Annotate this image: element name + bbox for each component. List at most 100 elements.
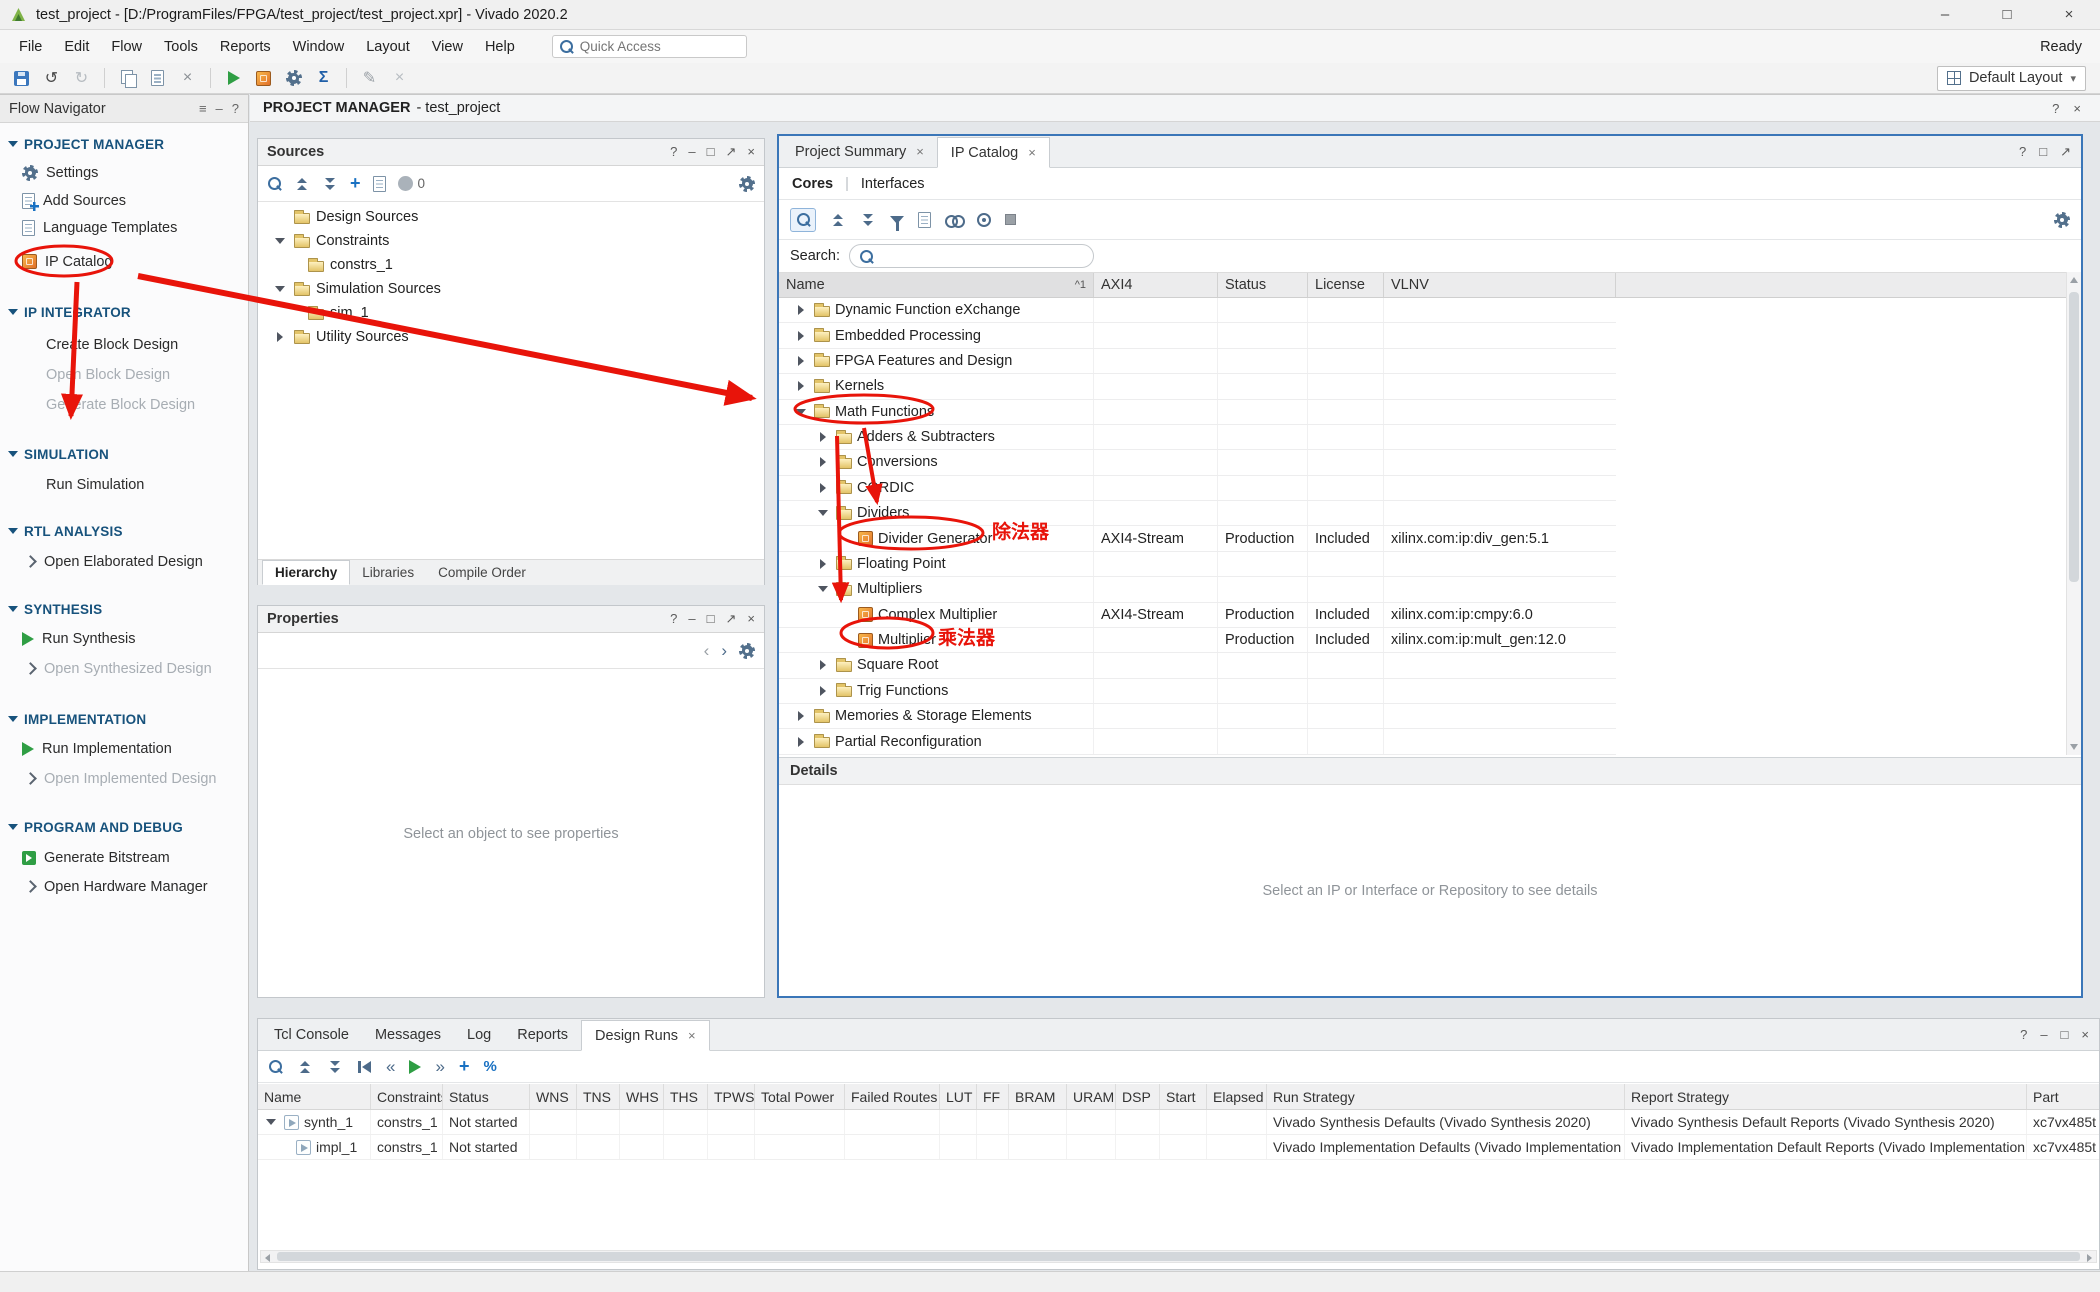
ip-row-math-functions[interactable]: Math Functions <box>779 400 1616 425</box>
subtab-cores[interactable]: Cores <box>792 176 833 192</box>
column-header[interactable]: LUT <box>940 1084 977 1109</box>
step-first-icon[interactable] <box>357 1061 372 1073</box>
save-button[interactable] <box>8 66 35 91</box>
chevron-right-icon[interactable] <box>793 302 809 318</box>
search-toggle-button[interactable] <box>790 208 816 232</box>
column-header[interactable]: Status <box>443 1084 530 1109</box>
details-header[interactable]: Details <box>779 757 2081 785</box>
percent-icon[interactable]: % <box>483 1058 496 1075</box>
menu-reports[interactable]: Reports <box>209 30 282 63</box>
column-header-name[interactable]: Name^1 <box>779 273 1094 297</box>
column-header[interactable]: Part <box>2027 1084 2100 1109</box>
sidebar-item-open-elaborated-design[interactable]: Open Elaborated Design <box>0 548 248 575</box>
tab-messages[interactable]: Messages <box>362 1019 454 1050</box>
menu-view[interactable]: View <box>421 30 474 63</box>
collapse-all-icon[interactable] <box>294 177 310 191</box>
flow-nav-section-rtl-analysis[interactable]: RTL ANALYSIS <box>0 518 248 544</box>
settings-button[interactable] <box>280 66 307 91</box>
help-icon[interactable]: ? <box>2019 144 2026 159</box>
sidebar-item-add-sources[interactable]: Add Sources <box>0 187 248 214</box>
help-icon[interactable]: ? <box>670 144 677 160</box>
chevron-right-icon[interactable] <box>815 657 831 673</box>
ip-row-trig-functions[interactable]: Trig Functions <box>779 679 1616 704</box>
properties-icon[interactable] <box>918 212 931 228</box>
layout-selector[interactable]: Default Layout ▾ <box>1937 66 2086 91</box>
help-icon[interactable]: ? <box>232 101 239 116</box>
float-icon[interactable]: ↗ <box>726 144 737 160</box>
program-device-button[interactable] <box>250 66 277 91</box>
menu-window[interactable]: Window <box>282 30 356 63</box>
expand-all-icon[interactable] <box>327 1060 343 1074</box>
tree-item-design-sources[interactable]: Design Sources <box>258 205 764 229</box>
maximize-icon[interactable]: □ <box>2061 1027 2069 1042</box>
ip-row-adders-subtracters[interactable]: Adders & Subtracters <box>779 425 1616 450</box>
paste-button[interactable] <box>144 66 171 91</box>
scroll-down-arrow[interactable] <box>2070 744 2078 750</box>
ip-row-dividers[interactable]: Dividers <box>779 501 1616 526</box>
column-header[interactable]: Start <box>1160 1084 1207 1109</box>
help-icon[interactable]: ? <box>670 611 677 627</box>
sidebar-item-run-implementation[interactable]: Run Implementation <box>0 735 248 762</box>
chevron-right-icon[interactable] <box>815 683 831 699</box>
chevron-right-icon[interactable] <box>815 556 831 572</box>
flow-nav-section-implementation[interactable]: IMPLEMENTATION <box>0 706 248 732</box>
tab-hierarchy[interactable]: Hierarchy <box>262 560 350 585</box>
sidebar-item-language-templates[interactable]: Language Templates <box>0 214 248 241</box>
quick-access-input[interactable] <box>580 39 740 54</box>
column-header[interactable]: TPWS <box>708 1084 755 1109</box>
column-header[interactable]: Run Strategy <box>1267 1084 1625 1109</box>
target-icon[interactable] <box>977 213 991 227</box>
sidebar-item-run-synthesis[interactable]: Run Synthesis <box>0 625 248 652</box>
minimize-icon[interactable]: – <box>688 144 695 160</box>
chevron-down-icon[interactable] <box>263 1114 279 1130</box>
column-header[interactable]: Total Power <box>755 1084 845 1109</box>
chevron-right-icon[interactable] <box>815 429 831 445</box>
maximize-icon[interactable]: □ <box>707 144 715 160</box>
column-header[interactable]: THS <box>664 1084 708 1109</box>
undo-button[interactable]: ↺ <box>38 66 65 91</box>
tree-item-constrs-1[interactable]: constrs_1 <box>258 253 764 277</box>
tab-log[interactable]: Log <box>454 1019 504 1050</box>
tab-libraries[interactable]: Libraries <box>350 560 426 585</box>
search-icon[interactable] <box>267 176 282 191</box>
column-header-vlnv[interactable]: VLNV <box>1384 273 1616 297</box>
close-icon[interactable]: × <box>688 1028 696 1043</box>
document-icon[interactable] <box>373 176 386 192</box>
vertical-scrollbar[interactable] <box>2066 272 2081 755</box>
maximize-button[interactable]: □ <box>1976 0 2038 29</box>
menu-tools[interactable]: Tools <box>153 30 209 63</box>
ip-row-multipliers[interactable]: Multipliers <box>779 577 1616 602</box>
close-icon[interactable]: × <box>747 611 755 627</box>
column-header[interactable]: BRAM <box>1009 1084 1067 1109</box>
gear-icon[interactable] <box>739 643 755 659</box>
maximize-icon[interactable]: □ <box>2039 144 2047 159</box>
maximize-icon[interactable]: □ <box>707 611 715 627</box>
copy-button[interactable] <box>114 66 141 91</box>
flow-nav-section-synthesis[interactable]: SYNTHESIS <box>0 596 248 622</box>
chevron-right-icon[interactable] <box>793 328 809 344</box>
ip-row-embedded-processing[interactable]: Embedded Processing <box>779 323 1616 348</box>
ip-row-complex-multiplier[interactable]: Complex MultiplierAXI4-StreamProductionI… <box>779 603 1616 628</box>
close-icon[interactable]: × <box>2081 1027 2089 1042</box>
ip-row-dynamic-function-exchange[interactable]: Dynamic Function eXchange <box>779 298 1616 323</box>
horizontal-scrollbar[interactable] <box>260 1250 2097 1263</box>
forward-icon[interactable]: › <box>721 641 727 661</box>
chevron-right-icon[interactable] <box>815 454 831 470</box>
ip-row-memories-storage-elements[interactable]: Memories & Storage Elements <box>779 704 1616 729</box>
scrollbar-thumb[interactable] <box>2069 292 2079 582</box>
table-row-synth-1[interactable]: synth_1 constrs_1 Not started Vivado Syn… <box>258 1110 2099 1135</box>
column-header[interactable]: TNS <box>577 1084 620 1109</box>
chevron-right-icon[interactable] <box>272 329 288 345</box>
chevron-down-icon[interactable] <box>272 281 288 297</box>
ip-row-fpga-features-and-design[interactable]: FPGA Features and Design <box>779 349 1616 374</box>
chevron-right-icon[interactable] <box>815 480 831 496</box>
quick-access-search[interactable] <box>552 35 747 58</box>
sidebar-item-create-block-design[interactable]: Create Block Design <box>0 331 248 358</box>
ip-row-conversions[interactable]: Conversions <box>779 450 1616 475</box>
gear-icon[interactable] <box>739 176 755 192</box>
menu-file[interactable]: File <box>8 30 53 63</box>
tree-item-utility-sources[interactable]: Utility Sources <box>258 325 764 349</box>
fast-forward-icon[interactable]: » <box>435 1057 444 1077</box>
float-icon[interactable]: ↗ <box>726 611 737 627</box>
fast-backward-icon[interactable]: « <box>386 1057 395 1077</box>
